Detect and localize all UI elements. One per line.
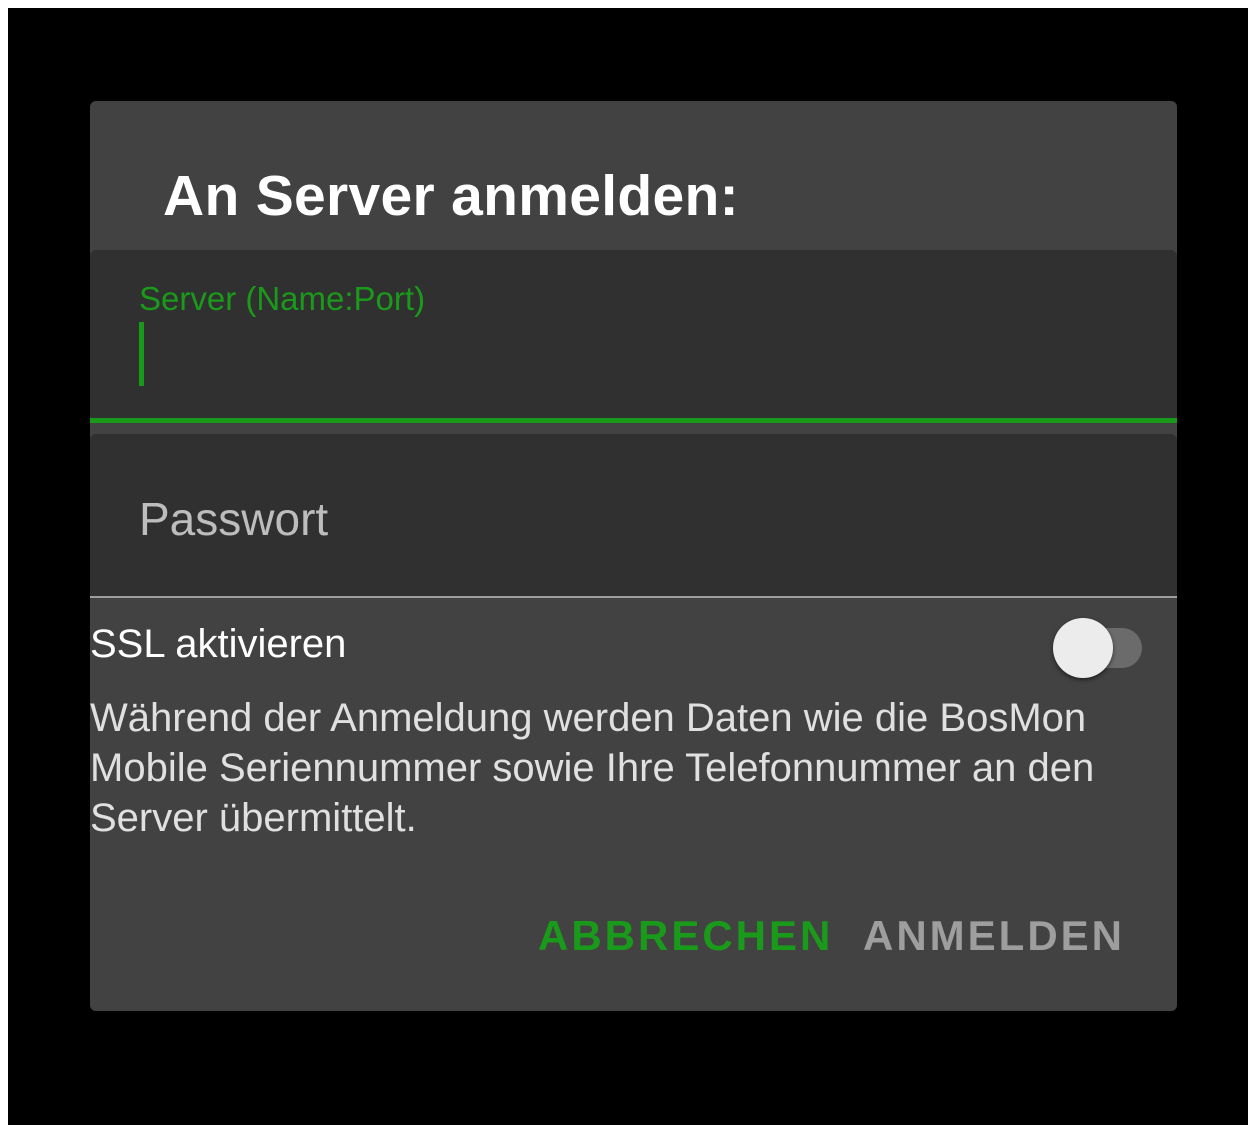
server-input[interactable]: Server (Name:Port) xyxy=(90,250,1177,423)
cancel-button[interactable]: ABBRECHEN xyxy=(538,901,833,971)
screen-background: An Server anmelden: Server (Name:Port) P… xyxy=(8,8,1248,1125)
password-input[interactable]: Passwort xyxy=(90,434,1177,598)
login-dialog: An Server anmelden: Server (Name:Port) P… xyxy=(90,101,1177,1011)
dialog-title: An Server anmelden: xyxy=(163,164,739,228)
password-placeholder: Passwort xyxy=(139,493,329,545)
switch-thumb xyxy=(1053,618,1113,678)
info-text: Während der Anmeldung werden Daten wie d… xyxy=(90,696,1095,840)
dialog-actions: ABBRECHEN ANMELDEN xyxy=(90,901,1177,971)
login-button[interactable]: ANMELDEN xyxy=(863,901,1125,971)
ssl-toggle-switch[interactable] xyxy=(1048,618,1144,678)
ssl-toggle-label: SSL aktivieren xyxy=(90,622,347,666)
server-input-label: Server (Name:Port) xyxy=(139,280,426,317)
text-cursor xyxy=(139,322,144,386)
